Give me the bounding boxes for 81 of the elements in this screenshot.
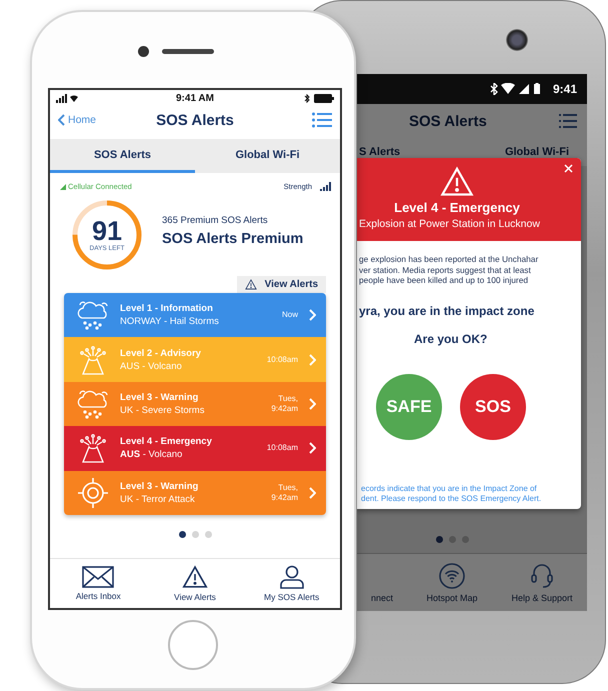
chevron-right-icon — [308, 442, 316, 454]
camera-lens — [506, 29, 528, 51]
question-text: Are you OK? — [414, 332, 488, 346]
tab[interactable]: S Alerts — [359, 146, 400, 158]
alert-title: Level 2 - Advisory — [120, 348, 202, 359]
impact-message: yra, you are in the impact zone — [359, 304, 536, 318]
plan-subtitle: 365 Premium SOS Alerts — [162, 215, 269, 226]
alert-time: Tues, 9:42am — [270, 394, 298, 414]
pager-dot[interactable] — [192, 530, 198, 538]
headset-icon — [530, 563, 554, 589]
close-button[interactable] — [562, 162, 575, 175]
warning-icon — [244, 279, 257, 290]
pager-dot[interactable] — [462, 536, 468, 543]
footnote-line: dent. Please respond to the SOS Emergency Alert. — [361, 494, 542, 504]
chevron-right-icon — [308, 398, 316, 410]
warning-icon — [440, 166, 474, 197]
alert-region: AUS - Volcano — [120, 360, 183, 372]
chevron-right-icon — [308, 309, 316, 322]
alert-row[interactable]: Level 3 - Warning UK - Terror Attack Tues, 9:42am — [64, 470, 326, 515]
dialog-subtitle: Explosion at Power Station in Lucknow — [358, 218, 540, 230]
screen-title: SOS Alerts — [409, 112, 487, 130]
envelope-icon — [82, 566, 114, 588]
alert-row[interactable]: Level 4 - Emergency AUS - Volcano 10:08am — [64, 426, 326, 471]
signal-wifi-icon — [56, 94, 80, 102]
alert-time: Now — [280, 310, 298, 320]
sos-button[interactable]: SOS — [460, 374, 526, 440]
alert-title: Level 3 - Warning — [120, 480, 200, 492]
status-time: 9:41 AM — [176, 92, 214, 104]
alert-time: 10:08am — [266, 354, 298, 365]
safe-button[interactable]: SAFE — [376, 374, 442, 440]
alert-row[interactable]: Level 3 - Warning UK - Severe Storms Tues, 9:42am — [64, 382, 326, 426]
signal-bars-icon — [320, 182, 332, 191]
signal-icon — [60, 184, 66, 190]
plan-title: SOS Alerts Premium — [162, 231, 304, 247]
alert-time: Tues, 9:42am — [270, 482, 298, 503]
pager-dot[interactable] — [204, 530, 212, 538]
menu-button[interactable] — [312, 112, 332, 128]
pager-dot[interactable] — [448, 536, 456, 543]
alert-region: UK - Terror Attack — [120, 494, 196, 505]
battery-icon — [314, 94, 334, 102]
pager-dot[interactable] — [178, 530, 186, 538]
home-button[interactable] — [168, 620, 218, 670]
back-chevron-icon — [58, 114, 65, 126]
dialog-body-line: ge explosion has been reported at the Unchahar — [359, 254, 540, 264]
wifi-icon — [439, 563, 465, 589]
view-alerts-button[interactable]: View Alerts — [236, 276, 326, 293]
chevron-right-icon — [308, 354, 316, 366]
pager-dot[interactable] — [436, 536, 442, 543]
bottom-nav-item[interactable]: My SOS Alerts — [243, 565, 340, 602]
tab[interactable]: Global Wi-Fi — [195, 139, 340, 173]
dialog-title: Level 4 - Emergency — [394, 200, 520, 215]
speaker-slot — [162, 49, 214, 54]
alert-region: AUS - Volcano — [120, 449, 184, 460]
menu-icon[interactable] — [559, 114, 577, 128]
alert-title: Level 4 - Emergency — [120, 436, 213, 448]
bluetooth-icon — [304, 94, 310, 102]
tab[interactable]: SOS Alerts — [50, 139, 195, 173]
alert-region: NORWAY - Hail Storms — [120, 316, 220, 328]
front-camera — [138, 46, 149, 57]
tab[interactable]: Global Wi-Fi — [504, 146, 569, 158]
back-link[interactable]: Home — [58, 114, 96, 126]
target-icon — [76, 476, 110, 510]
dialog-body-line: people have been killed and up to 100 injured — [359, 275, 530, 286]
alert-row[interactable]: Level 1 - Information NORWAY - Hail Storms Now — [64, 293, 326, 338]
bottom-nav-label[interactable]: Help & Support — [511, 593, 573, 603]
days-count: 91 — [92, 218, 122, 245]
alert-time: 10:08am — [266, 443, 298, 454]
bottom-nav-label[interactable]: Hotspot Map — [426, 593, 478, 603]
alert-title: Level 1 - Information — [120, 303, 214, 314]
warning-icon — [182, 565, 208, 589]
person-icon — [280, 565, 304, 589]
chevron-right-icon — [308, 486, 316, 499]
bottom-nav-item[interactable]: Alerts Inbox — [50, 566, 147, 601]
bottom-nav-label[interactable]: nnect — [370, 593, 394, 603]
screen-title: SOS Alerts — [156, 112, 234, 128]
status-time: 9:41 — [552, 82, 577, 96]
bottom-nav-item[interactable]: View Alerts — [146, 565, 244, 602]
dialog-body-line: ver station. Media reports suggest that at least — [359, 264, 532, 275]
alert-title: Level 3 - Warning — [120, 392, 200, 403]
alert-region: UK - Severe Storms — [120, 404, 206, 416]
footnote-line: ecords indicate that you are in the Impact Zone of — [361, 484, 538, 494]
